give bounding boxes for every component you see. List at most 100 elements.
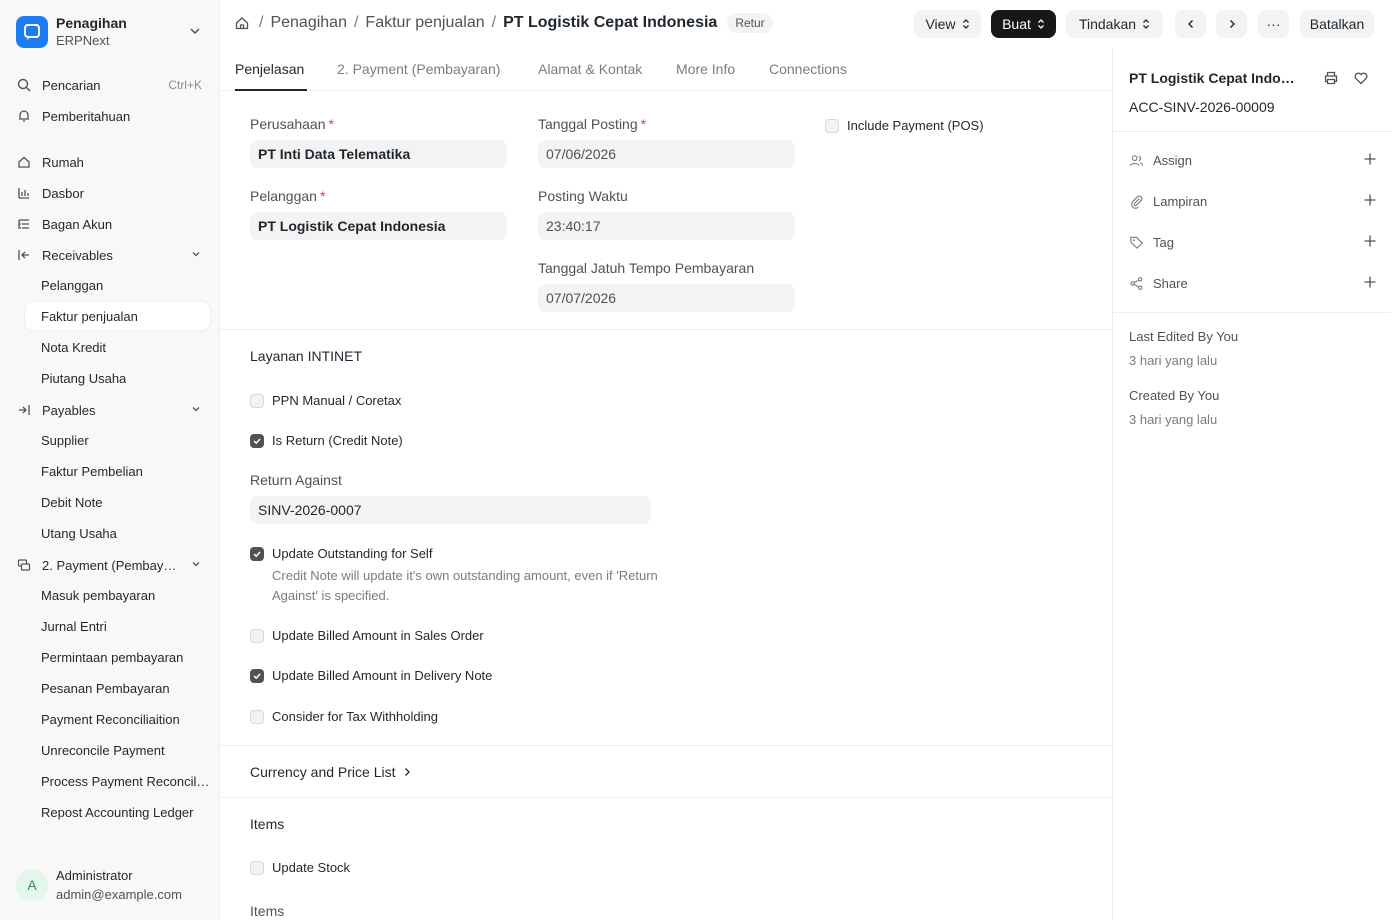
sidebar-item-search[interactable]: Pencarian Ctrl+K bbox=[8, 71, 212, 99]
share-row[interactable]: Share bbox=[1129, 273, 1377, 293]
sidebar-item-label: Payables bbox=[42, 402, 96, 418]
include-payment-checkbox[interactable]: Include Payment (POS) bbox=[825, 118, 984, 133]
sidebar-subitem-customer[interactable]: Pelanggan bbox=[25, 271, 210, 299]
print-icon[interactable] bbox=[1323, 70, 1339, 89]
sidebar-item-notifications[interactable]: Pemberitahuan bbox=[8, 102, 212, 130]
actions-button-label: Tindakan bbox=[1078, 16, 1137, 32]
plus-icon[interactable] bbox=[1363, 152, 1377, 169]
arrow-right-to-line-icon bbox=[16, 402, 32, 418]
update-billed-so-checkbox[interactable]: Update Billed Amount in Sales Order bbox=[250, 628, 484, 643]
include-payment-label: Include Payment (POS) bbox=[847, 118, 984, 133]
posting-time-label: Posting Waktu bbox=[538, 188, 628, 204]
search-icon bbox=[16, 77, 32, 93]
breadcrumb: / Penagihan / Faktur penjualan / PT Logi… bbox=[234, 13, 773, 33]
sidebar-subitem-payment-reconciliation[interactable]: Payment Reconciliaition bbox=[25, 705, 210, 733]
sidebar-item-home[interactable]: Rumah bbox=[8, 148, 212, 176]
sidebar-subitem-process-payment-reconciliation[interactable]: Process Payment Reconciliation bbox=[25, 767, 210, 795]
sidebar-subitem-supplier[interactable]: Supplier bbox=[25, 426, 210, 454]
plus-icon[interactable] bbox=[1363, 193, 1377, 210]
checkbox-checked[interactable] bbox=[250, 546, 264, 561]
section-toggle-currency[interactable]: Currency and Price List bbox=[250, 764, 412, 780]
sidebar-item-label: Dasbor bbox=[42, 185, 84, 201]
more-options-button[interactable]: ··· bbox=[1258, 10, 1289, 38]
company-field[interactable]: PT Inti Data Telematika bbox=[250, 140, 507, 168]
tax-withholding-checkbox[interactable]: Consider for Tax Withholding bbox=[250, 709, 438, 724]
home-icon[interactable] bbox=[234, 15, 250, 31]
sidebar-item-label: Pencarian bbox=[42, 77, 101, 93]
ppn-manual-checkbox[interactable]: PPN Manual / Coretax bbox=[250, 393, 401, 408]
sidebar-subitem-debit-note[interactable]: Debit Note bbox=[25, 488, 210, 516]
checkbox-checked[interactable] bbox=[250, 433, 264, 448]
tags-label: Tag bbox=[1153, 234, 1174, 250]
update-outstanding-checkbox[interactable]: Update Outstanding for Self bbox=[250, 546, 432, 561]
form-sidebar: PT Logistik Cepat Indonesia ACC-SINV-202… bbox=[1112, 48, 1391, 920]
tab-more-info[interactable]: More Info bbox=[676, 61, 735, 77]
sidebar-subitem-accounts-payable[interactable]: Utang Usaha bbox=[25, 519, 210, 547]
next-doc-button[interactable] bbox=[1216, 10, 1247, 38]
sidebar-subitem-label: Debit Note bbox=[41, 494, 103, 510]
sidebar-subitem-repost-accounting-ledger[interactable]: Repost Accounting Ledger bbox=[25, 798, 210, 826]
sidebar-subitem-credit-note[interactable]: Nota Kredit bbox=[25, 333, 210, 361]
plus-icon[interactable] bbox=[1363, 234, 1377, 251]
tab-connections[interactable]: Connections bbox=[769, 61, 847, 77]
cancel-button[interactable]: Batalkan bbox=[1300, 10, 1374, 38]
sidebar-subitem-payment-order[interactable]: Pesanan Pembayaran bbox=[25, 674, 210, 702]
posting-time-field[interactable]: 23:40:17 bbox=[538, 212, 795, 240]
breadcrumb-module[interactable]: Penagihan bbox=[270, 14, 347, 32]
due-date-field[interactable]: 07/07/2026 bbox=[538, 284, 795, 312]
attachments-row[interactable]: Lampiran bbox=[1129, 191, 1377, 211]
breadcrumb-separator: / bbox=[491, 14, 497, 31]
sidebar-item-receivables[interactable]: Receivables bbox=[8, 241, 212, 269]
app-switcher[interactable]: Penagihan ERPNext bbox=[16, 12, 206, 52]
create-button[interactable]: Buat bbox=[991, 10, 1056, 38]
sidebar-subitem-unreconcile-payment[interactable]: Unreconcile Payment bbox=[25, 736, 210, 764]
created-time: 3 hari yang lalu bbox=[1129, 412, 1218, 427]
tab-payment[interactable]: 2. Payment (Pembayaran) bbox=[337, 61, 500, 77]
breadcrumb-doctype[interactable]: Faktur penjualan bbox=[365, 14, 484, 32]
sidebar-item-payables[interactable]: Payables bbox=[8, 396, 212, 424]
sidebar-subitem-label: Process Payment Reconciliation bbox=[41, 773, 210, 789]
sidebar-subitem-accounts-receivable[interactable]: Piutang Usaha bbox=[25, 364, 210, 392]
tab-details[interactable]: Penjelasan bbox=[235, 61, 304, 77]
checkbox[interactable] bbox=[250, 860, 264, 875]
heart-icon[interactable] bbox=[1353, 70, 1369, 89]
update-stock-checkbox[interactable]: Update Stock bbox=[250, 860, 350, 875]
sidebar-subitem-label: Masuk pembayaran bbox=[41, 587, 156, 603]
posting-date-field[interactable]: 07/06/2026 bbox=[538, 140, 795, 168]
sidebar-item-payment[interactable]: 2. Payment (Pembayaran) bbox=[8, 551, 212, 579]
sidebar-subitem-payment-request[interactable]: Permintaan pembayaran bbox=[25, 643, 210, 671]
assign-row[interactable]: Assign bbox=[1129, 150, 1377, 170]
sidebar-subitem-journal-entry[interactable]: Jurnal Entri bbox=[25, 612, 210, 640]
previous-doc-button[interactable] bbox=[1175, 10, 1206, 38]
sidebar-subitem-purchase-invoice[interactable]: Faktur Pembelian bbox=[25, 457, 210, 485]
update-stock-label: Update Stock bbox=[272, 860, 351, 875]
plus-icon[interactable] bbox=[1363, 275, 1377, 292]
chevron-up-down-icon bbox=[962, 18, 970, 30]
update-billed-dn-checkbox[interactable]: Update Billed Amount in Delivery Note bbox=[250, 668, 492, 683]
doc-id: ACC-SINV-2026-00009 bbox=[1129, 99, 1275, 115]
share-label: Share bbox=[1153, 275, 1188, 291]
paperclip-icon bbox=[1129, 194, 1145, 209]
checkbox[interactable] bbox=[250, 709, 264, 724]
sidebar-item-chart-of-accounts[interactable]: Bagan Akun bbox=[8, 210, 212, 238]
view-button[interactable]: View bbox=[914, 10, 981, 38]
customer-field[interactable]: PT Logistik Cepat Indonesia bbox=[250, 212, 507, 240]
checkbox[interactable] bbox=[825, 118, 839, 133]
update-outstanding-label: Update Outstanding for Self bbox=[272, 546, 433, 561]
view-button-label: View bbox=[925, 16, 956, 32]
checkbox[interactable] bbox=[250, 393, 264, 408]
sidebar-subitem-payment-entry[interactable]: Masuk pembayaran bbox=[25, 581, 210, 609]
actions-button[interactable]: Tindakan bbox=[1066, 10, 1163, 38]
sidebar-item-dashboard[interactable]: Dasbor bbox=[8, 179, 212, 207]
last-edited-label: Last Edited By You bbox=[1129, 329, 1239, 344]
update-outstanding-help: Credit Note will update it's own outstan… bbox=[272, 568, 658, 603]
tags-row[interactable]: Tag bbox=[1129, 232, 1377, 252]
sidebar-subitem-sales-invoice[interactable]: Faktur penjualan bbox=[25, 302, 210, 330]
more-icon: ··· bbox=[1266, 16, 1281, 32]
checkbox[interactable] bbox=[250, 628, 264, 643]
user-menu[interactable]: A Administrator admin@example.com bbox=[16, 866, 182, 904]
checkbox-checked[interactable] bbox=[250, 668, 264, 683]
return-against-field[interactable]: SINV-2026-0007 bbox=[250, 496, 651, 524]
tab-address-contact[interactable]: Alamat & Kontak bbox=[538, 61, 642, 77]
is-return-checkbox[interactable]: Is Return (Credit Note) bbox=[250, 433, 403, 448]
